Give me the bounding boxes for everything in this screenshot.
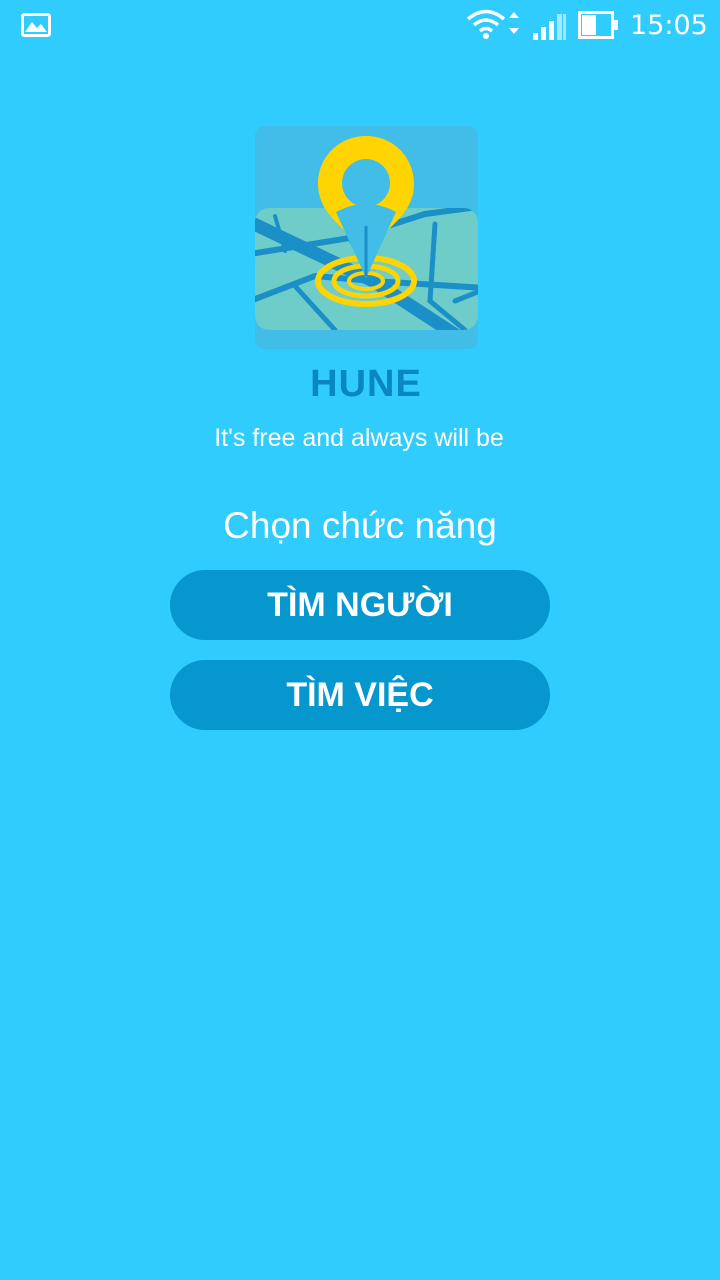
screen: 15:05 HUNE It's free and always will be …	[0, 0, 720, 1280]
map-pin-logo-icon	[255, 126, 478, 349]
gallery-notification-icon	[21, 13, 51, 37]
find-people-button[interactable]: TÌM NGƯỜI	[170, 570, 550, 640]
wifi-icon	[466, 9, 519, 39]
app-tagline: It's free and always will be	[214, 424, 504, 452]
function-heading: Chọn chức năng	[223, 505, 497, 546]
status-bar: 15:05	[0, 0, 720, 52]
app-name: HUNE	[310, 363, 422, 405]
signal-icon	[533, 14, 566, 40]
battery-icon	[578, 11, 618, 39]
status-time: 15:05	[630, 10, 708, 41]
find-jobs-button[interactable]: TÌM VIỆC	[170, 660, 550, 730]
